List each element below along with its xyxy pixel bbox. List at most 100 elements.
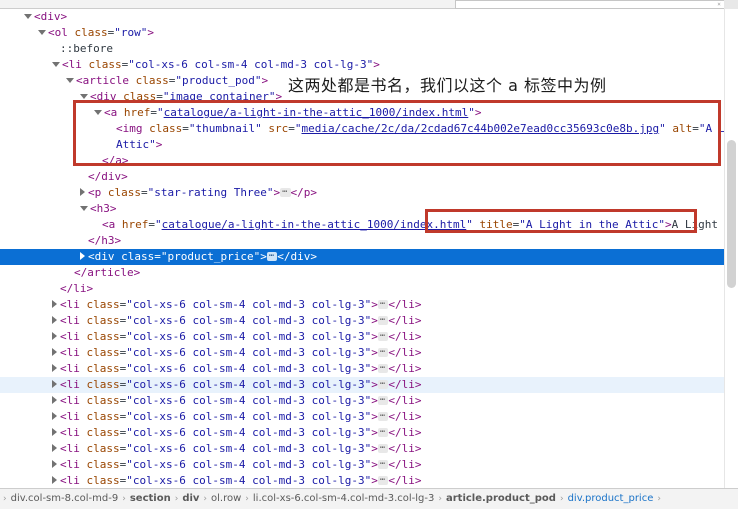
- dom-tree-row[interactable]: <li class="col-xs-6 col-sm-4 col-md-3 co…: [0, 313, 724, 329]
- dom-attribute-name: class: [121, 250, 155, 263]
- dom-tree-row[interactable]: <li class="col-xs-6 col-sm-4 col-md-3 co…: [0, 57, 724, 73]
- triangle-right-icon[interactable]: [80, 252, 85, 260]
- dom-tree-row[interactable]: <div class="product_price"> ⋯ </div>: [0, 249, 724, 265]
- breadcrumb-item[interactable]: ol.row: [208, 489, 244, 509]
- dom-punctuation: [101, 186, 108, 199]
- dom-tree-row[interactable]: </li>: [0, 281, 724, 297]
- dom-punctuation: =: [156, 90, 163, 103]
- dom-punctuation: <: [60, 346, 67, 359]
- dom-tree-row[interactable]: <img class="thumbnail" src="media/cache/…: [0, 121, 724, 137]
- collapsed-children-icon[interactable]: ⋯: [280, 187, 291, 197]
- breadcrumb-item[interactable]: div.product_price: [565, 489, 657, 509]
- scrollbar-thumb[interactable]: [727, 140, 736, 288]
- dom-resource-link[interactable]: catalogue/a-light-in-the-attic_1000/inde…: [164, 106, 469, 119]
- breadcrumb-item[interactable]: article.product_pod: [443, 489, 559, 509]
- dom-punctuation: >: [371, 426, 378, 439]
- dom-tree-row[interactable]: ::before: [0, 41, 724, 57]
- triangle-down-icon[interactable]: [38, 29, 46, 35]
- dom-tree-row[interactable]: <li class="col-xs-6 col-sm-4 col-md-3 co…: [0, 377, 724, 393]
- breadcrumb[interactable]: › div.col-sm-8.col-md-9 › section › div › ol.ro…: [0, 488, 738, 509]
- dom-tree-row[interactable]: <li class="col-xs-6 col-sm-4 col-md-3 co…: [0, 297, 724, 313]
- dom-punctuation: >: [414, 394, 422, 407]
- collapsed-children-icon[interactable]: ⋯: [377, 475, 389, 485]
- dom-tree-row[interactable]: <p class="star-rating Three"> ⋯ </p>: [0, 185, 724, 201]
- dom-tag-name: li: [66, 410, 80, 423]
- dom-tree-row[interactable]: <ol class="row">: [0, 25, 724, 41]
- dom-punctuation: </: [277, 250, 291, 263]
- devtools-search-widget[interactable]: ×: [455, 0, 725, 9]
- collapsed-children-icon[interactable]: ⋯: [266, 251, 278, 261]
- dom-tree-row[interactable]: <a href="catalogue/a-light-in-the-attic_…: [0, 217, 724, 233]
- breadcrumb-item[interactable]: div: [179, 489, 202, 509]
- dom-tree-row[interactable]: <li class="col-xs-6 col-sm-4 col-md-3 co…: [0, 329, 724, 345]
- dom-punctuation: <: [60, 442, 67, 455]
- triangle-right-icon[interactable]: [52, 412, 57, 420]
- triangle-down-icon[interactable]: [94, 109, 102, 115]
- collapsed-children-icon[interactable]: ⋯: [377, 443, 389, 453]
- dom-tree-row[interactable]: </article>: [0, 265, 724, 281]
- collapsed-children-icon[interactable]: ⋯: [377, 315, 389, 325]
- dom-tree-row[interactable]: <h3>: [0, 201, 724, 217]
- dom-pseudo-element: ::before: [60, 42, 113, 55]
- dom-resource-link[interactable]: "image_container": [163, 90, 276, 103]
- triangle-right-icon[interactable]: [52, 460, 57, 468]
- collapsed-children-icon[interactable]: ⋯: [377, 427, 389, 437]
- dom-attribute-value: ": [659, 122, 666, 135]
- close-icon[interactable]: ×: [716, 2, 722, 8]
- dom-tree-row[interactable]: </a>: [0, 153, 724, 169]
- triangle-down-icon[interactable]: [24, 13, 32, 19]
- triangle-right-icon[interactable]: [52, 396, 57, 404]
- triangle-right-icon[interactable]: [52, 364, 57, 372]
- collapsed-children-icon[interactable]: ⋯: [377, 395, 389, 405]
- collapsed-children-icon[interactable]: ⋯: [377, 363, 389, 373]
- dom-punctuation: >: [371, 394, 378, 407]
- dom-tree-row[interactable]: <li class="col-xs-6 col-sm-4 col-md-3 co…: [0, 393, 724, 409]
- dom-tag-name: li: [401, 394, 415, 407]
- search-input[interactable]: [458, 2, 698, 7]
- dom-tree-row[interactable]: <li class="col-xs-6 col-sm-4 col-md-3 co…: [0, 425, 724, 441]
- triangle-down-icon[interactable]: [80, 205, 88, 211]
- dom-tree-row[interactable]: <li class="col-xs-6 col-sm-4 col-md-3 co…: [0, 409, 724, 425]
- dom-punctuation: >: [371, 362, 378, 375]
- collapsed-children-icon[interactable]: ⋯: [377, 331, 389, 341]
- dom-resource-link[interactable]: media/cache/2c/da/2cdad67c44b002e7ead0cc…: [301, 122, 659, 135]
- collapsed-children-icon[interactable]: ⋯: [377, 299, 389, 309]
- dom-tree-row[interactable]: <li class="col-xs-6 col-sm-4 col-md-3 co…: [0, 361, 724, 377]
- triangle-right-icon[interactable]: [52, 476, 57, 484]
- dom-tree-row[interactable]: <a href="catalogue/a-light-in-the-attic_…: [0, 105, 724, 121]
- triangle-right-icon[interactable]: [52, 444, 57, 452]
- triangle-right-icon[interactable]: [52, 348, 57, 356]
- triangle-right-icon[interactable]: [52, 332, 57, 340]
- dom-tree-row[interactable]: <li class="col-xs-6 col-sm-4 col-md-3 co…: [0, 441, 724, 457]
- triangle-right-icon[interactable]: [52, 316, 57, 324]
- collapsed-children-icon[interactable]: ⋯: [377, 411, 389, 421]
- dom-tree-row[interactable]: <li class="col-xs-6 col-sm-4 col-md-3 co…: [0, 345, 724, 361]
- triangle-down-icon[interactable]: [52, 61, 60, 67]
- dom-tree-row[interactable]: </h3>: [0, 233, 724, 249]
- triangle-right-icon[interactable]: [52, 428, 57, 436]
- dom-tree-row[interactable]: <div>: [0, 9, 724, 25]
- dom-tree-row[interactable]: <li class="col-xs-6 col-sm-4 col-md-3 co…: [0, 457, 724, 473]
- dom-punctuation: >: [109, 202, 117, 215]
- collapsed-children-icon[interactable]: ⋯: [377, 347, 389, 357]
- twisty-spacer-icon: [108, 128, 113, 129]
- dom-tree-scrollbar[interactable]: [724, 9, 738, 488]
- dom-punctuation: >: [371, 474, 378, 487]
- dom-resource-link[interactable]: catalogue/a-light-in-the-attic_1000/inde…: [162, 218, 467, 231]
- triangle-down-icon[interactable]: [66, 77, 74, 83]
- breadcrumb-item[interactable]: li.col-xs-6.col-sm-4.col-md-3.col-lg-3: [250, 489, 437, 509]
- triangle-right-icon[interactable]: [52, 380, 57, 388]
- triangle-right-icon[interactable]: [52, 300, 57, 308]
- dom-tree-row[interactable]: </div>: [0, 169, 724, 185]
- collapsed-children-icon[interactable]: ⋯: [377, 459, 389, 469]
- twisty-spacer-icon: [94, 160, 99, 161]
- triangle-right-icon[interactable]: [80, 188, 85, 196]
- collapsed-children-icon[interactable]: ⋯: [377, 379, 389, 389]
- triangle-down-icon[interactable]: [80, 93, 88, 99]
- breadcrumb-item[interactable]: div.col-sm-8.col-md-9: [8, 489, 122, 509]
- dom-tree-row[interactable]: Attic">: [0, 137, 724, 153]
- dom-tag-name: li: [66, 394, 80, 407]
- dom-attribute-name: class: [86, 442, 120, 455]
- breadcrumb-item[interactable]: section: [127, 489, 174, 509]
- dom-tree-row[interactable]: <li class="col-xs-6 col-sm-4 col-md-3 co…: [0, 473, 724, 488]
